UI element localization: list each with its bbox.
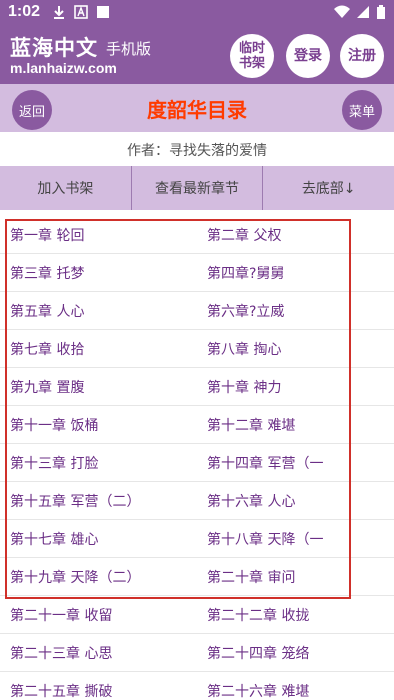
square-icon xyxy=(97,6,109,18)
status-icons-left xyxy=(52,5,110,19)
chapter-link[interactable]: 第十六章 人心 xyxy=(207,491,295,511)
page-title: 度韶华目录 xyxy=(147,98,247,122)
signal-icon xyxy=(357,6,369,18)
chapter-link[interactable]: 第十章 神力 xyxy=(207,377,281,397)
chapter-row: 第十九章 天降（二） 第二十章 审问 xyxy=(0,558,394,596)
chapter-row: 第十七章 雄心 第十八章 天降（一 xyxy=(0,520,394,558)
temp-bookshelf-label: 临时 书架 xyxy=(239,41,265,71)
shelf-line2: 书架 xyxy=(238,56,265,71)
status-icons-right xyxy=(334,5,386,19)
chapter-link[interactable]: 第十二章 难堪 xyxy=(207,415,295,435)
site-name[interactable]: 蓝海中文 xyxy=(10,32,98,62)
shelf-line1: 临时 xyxy=(238,41,265,56)
chapter-link[interactable]: 第七章 收拾 xyxy=(10,339,84,359)
go-bottom-button[interactable]: 去底部↓ xyxy=(262,166,394,210)
site-subtitle: 手机版 xyxy=(106,40,152,58)
chapter-row: 第二十五章 撕破 第二十六章 难堪 xyxy=(0,672,394,700)
title-bar: 返回 度韶华目录 菜单 xyxy=(0,84,394,132)
chapter-link[interactable]: 第一章 轮回 xyxy=(10,225,84,245)
chapter-row: 第七章 收拾 第八章 掏心 xyxy=(0,330,394,368)
battery-icon xyxy=(377,5,385,19)
chapter-row: 第二十三章 心思 第二十四章 笼络 xyxy=(0,634,394,672)
chapter-link[interactable]: 第十一章 饭桶 xyxy=(10,415,98,435)
chapter-link[interactable]: 第二十章 审问 xyxy=(207,567,295,587)
status-bar: 1:02 xyxy=(0,0,394,26)
chapter-list: 第一章 轮回 第二章 父权 第三章 托梦 第四章?舅舅 第五章 人心 第六章?立威 第… xyxy=(0,216,394,700)
chapter-link[interactable]: 第四章?舅舅 xyxy=(207,263,284,283)
chapter-link[interactable]: 第三章 托梦 xyxy=(10,263,84,283)
chapter-row: 第十三章 打脸 第十四章 军营（一 xyxy=(0,444,394,482)
latest-chapter-button[interactable]: 查看最新章节 xyxy=(130,166,263,210)
chapter-link[interactable]: 第十四章 军营（一 xyxy=(207,453,323,473)
chapter-link[interactable]: 第五章 人心 xyxy=(10,301,84,321)
download-icon xyxy=(54,6,64,19)
chapter-link[interactable]: 第十五章 军营（二） xyxy=(10,491,140,511)
wifi-icon xyxy=(334,5,350,18)
chapter-link[interactable]: 第八章 掏心 xyxy=(207,339,281,359)
chapter-link[interactable]: 第十三章 打脸 xyxy=(10,453,98,473)
chapter-row: 第十一章 饭桶 第十二章 难堪 xyxy=(0,406,394,444)
chapter-link[interactable]: 第二十二章 收拢 xyxy=(207,605,309,625)
notification-a-icon xyxy=(74,5,88,19)
chapter-row: 第三章 托梦 第四章?舅舅 xyxy=(0,254,394,292)
chapter-link[interactable]: 第二十五章 撕破 xyxy=(10,681,112,700)
chapter-link[interactable]: 第二十四章 笼络 xyxy=(207,643,309,663)
site-url[interactable]: m.lanhaizw.com xyxy=(10,60,117,76)
chapter-link[interactable]: 第二十六章 难堪 xyxy=(207,681,309,700)
add-to-bookshelf-button[interactable]: 加入书架 xyxy=(0,166,131,210)
chapter-link[interactable]: 第二十一章 收留 xyxy=(10,605,112,625)
chapter-row: 第二十一章 收留 第二十二章 收拢 xyxy=(0,596,394,634)
chapter-link[interactable]: 第十九章 天降（二） xyxy=(10,567,140,587)
action-bar: 加入书架 查看最新章节 去底部↓ xyxy=(0,166,394,210)
register-button[interactable]: 注册 xyxy=(340,34,384,78)
author-line: 作者：寻找失落的爱情 xyxy=(127,143,267,159)
chapter-link[interactable]: 第十七章 雄心 xyxy=(10,529,98,549)
chapter-link[interactable]: 第十八章 天降（一 xyxy=(207,529,323,549)
chapter-link[interactable]: 第六章?立威 xyxy=(207,301,284,321)
chapter-link[interactable]: 第二章 父权 xyxy=(207,225,281,245)
temp-bookshelf-button[interactable]: 临时 书架 xyxy=(230,34,274,78)
chapter-row: 第九章 置腹 第十章 神力 xyxy=(0,368,394,406)
chapter-row: 第十五章 军营（二） 第十六章 人心 xyxy=(0,482,394,520)
chapter-row: 第五章 人心 第六章?立威 xyxy=(0,292,394,330)
menu-button[interactable]: 菜单 xyxy=(342,90,382,130)
status-time: 1:02 xyxy=(8,3,41,20)
chapter-link[interactable]: 第九章 置腹 xyxy=(10,377,84,397)
chapter-row: 第一章 轮回 第二章 父权 xyxy=(0,216,394,254)
site-header: 蓝海中文 手机版 m.lanhaizw.com 临时 书架 登录 注册 xyxy=(0,26,394,84)
login-button[interactable]: 登录 xyxy=(286,34,330,78)
chapter-link[interactable]: 第二十三章 心思 xyxy=(10,643,112,663)
